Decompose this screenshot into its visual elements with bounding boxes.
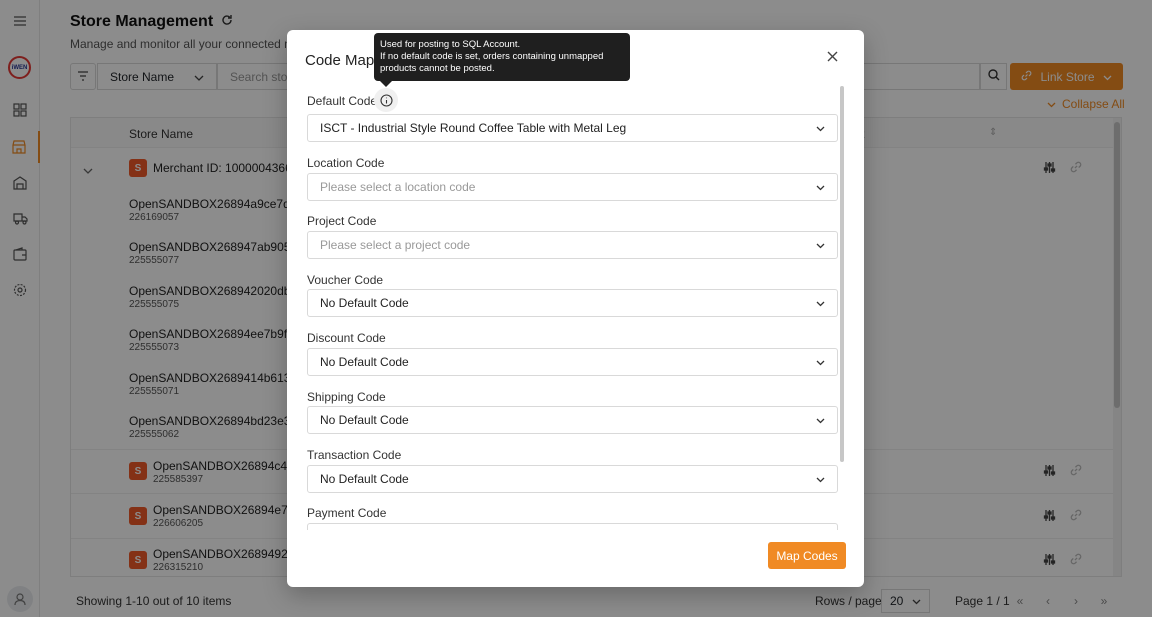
tooltip-line-1: Used for posting to SQL Account. <box>380 39 521 50</box>
voucher-code-value: No Default Code <box>320 296 409 310</box>
shipping-code-label: Shipping Code <box>307 390 386 404</box>
chevron-down-icon <box>816 472 825 486</box>
payment-code-select[interactable] <box>307 523 838 530</box>
transaction-code-label: Transaction Code <box>307 448 402 462</box>
shipping-code-value: No Default Code <box>320 413 409 427</box>
chevron-down-icon <box>816 121 825 135</box>
location-code-select[interactable]: Please select a location code <box>307 173 838 201</box>
chevron-down-icon <box>816 180 825 194</box>
map-codes-button[interactable]: Map Codes <box>768 542 846 569</box>
default-code-label: Default Code <box>307 94 378 108</box>
shipping-code-select[interactable]: No Default Code <box>307 406 838 434</box>
project-code-label: Project Code <box>307 214 377 228</box>
default-code-value: ISCT - Industrial Style Round Coffee Tab… <box>320 121 627 135</box>
discount-code-select[interactable]: No Default Code <box>307 348 838 376</box>
project-code-select[interactable]: Please select a project code <box>307 231 838 259</box>
transaction-code-value: No Default Code <box>320 472 409 486</box>
chevron-down-icon <box>816 413 825 427</box>
discount-code-label: Discount Code <box>307 331 386 345</box>
chevron-down-icon <box>816 238 825 252</box>
close-icon[interactable] <box>823 47 841 65</box>
discount-code-value: No Default Code <box>320 355 409 369</box>
location-code-label: Location Code <box>307 156 385 170</box>
default-code-select[interactable]: ISCT - Industrial Style Round Coffee Tab… <box>307 114 838 142</box>
info-icon[interactable] <box>374 88 398 112</box>
project-code-placeholder: Please select a project code <box>320 238 471 252</box>
code-mapping-modal: Code Mapp Default Code ISCT - Industrial… <box>287 30 864 587</box>
tooltip-line-2: If no default code is set, orders contai… <box>380 51 604 62</box>
voucher-code-label: Voucher Code <box>307 273 384 287</box>
modal-title: Code Mapp <box>305 52 383 69</box>
transaction-code-select[interactable]: No Default Code <box>307 465 838 493</box>
modal-scrollbar-thumb[interactable] <box>840 86 844 462</box>
chevron-down-icon <box>816 296 825 310</box>
chevron-down-icon <box>816 355 825 369</box>
default-code-tooltip: Used for posting to SQL Account. If no d… <box>374 33 630 81</box>
payment-code-label: Payment Code <box>307 506 387 520</box>
tooltip-arrow <box>380 81 392 87</box>
tooltip-line-3: products cannot be posted. <box>380 63 495 74</box>
voucher-code-select[interactable]: No Default Code <box>307 289 838 317</box>
location-code-placeholder: Please select a location code <box>320 180 476 194</box>
